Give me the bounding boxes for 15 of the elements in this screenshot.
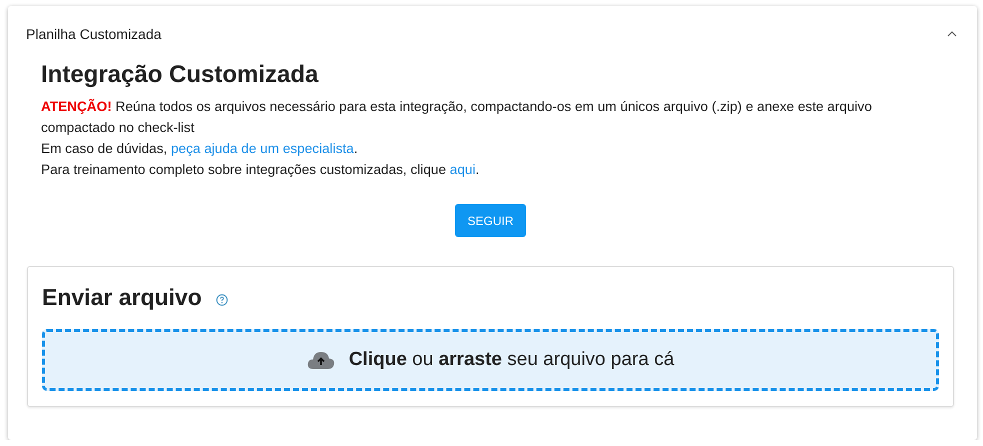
link[interactable]: peça ajuda de um especialista bbox=[170, 141, 354, 156]
cloud-upload-icon bbox=[306, 350, 335, 370]
section-title: Integração Customizada bbox=[41, 61, 320, 89]
continue-button[interactable]: SEGUIR bbox=[455, 204, 526, 237]
panel-title: Planilha Customizada bbox=[26, 26, 162, 42]
link[interactable]: aqui bbox=[450, 162, 476, 177]
help-icon[interactable] bbox=[216, 294, 228, 306]
chevron-icon[interactable] bbox=[947, 30, 957, 36]
dropzone-text: Clique ou arraste seu arquivo para cá bbox=[348, 349, 674, 371]
info-text: Para treinamento completo sobre integrações customizadas, clique aqui. bbox=[41, 161, 480, 179]
warning-text: ATENÇÃO! Reúna todos os arquivos necessário para esta integração, compactando-os em um únicos arquivo (.zip) e anexe este arquivo compactado no check-list bbox=[41, 98, 873, 137]
info-text: Em caso de dúvidas, peça ajuda de um especialista. bbox=[41, 140, 359, 158]
panel-header[interactable]: Planilha Customizada bbox=[8, 6, 977, 42]
file-dropzone[interactable]: Clique ou arraste seu arquivo para cá bbox=[42, 329, 939, 391]
card-title: Enviar arquivo bbox=[42, 284, 202, 310]
